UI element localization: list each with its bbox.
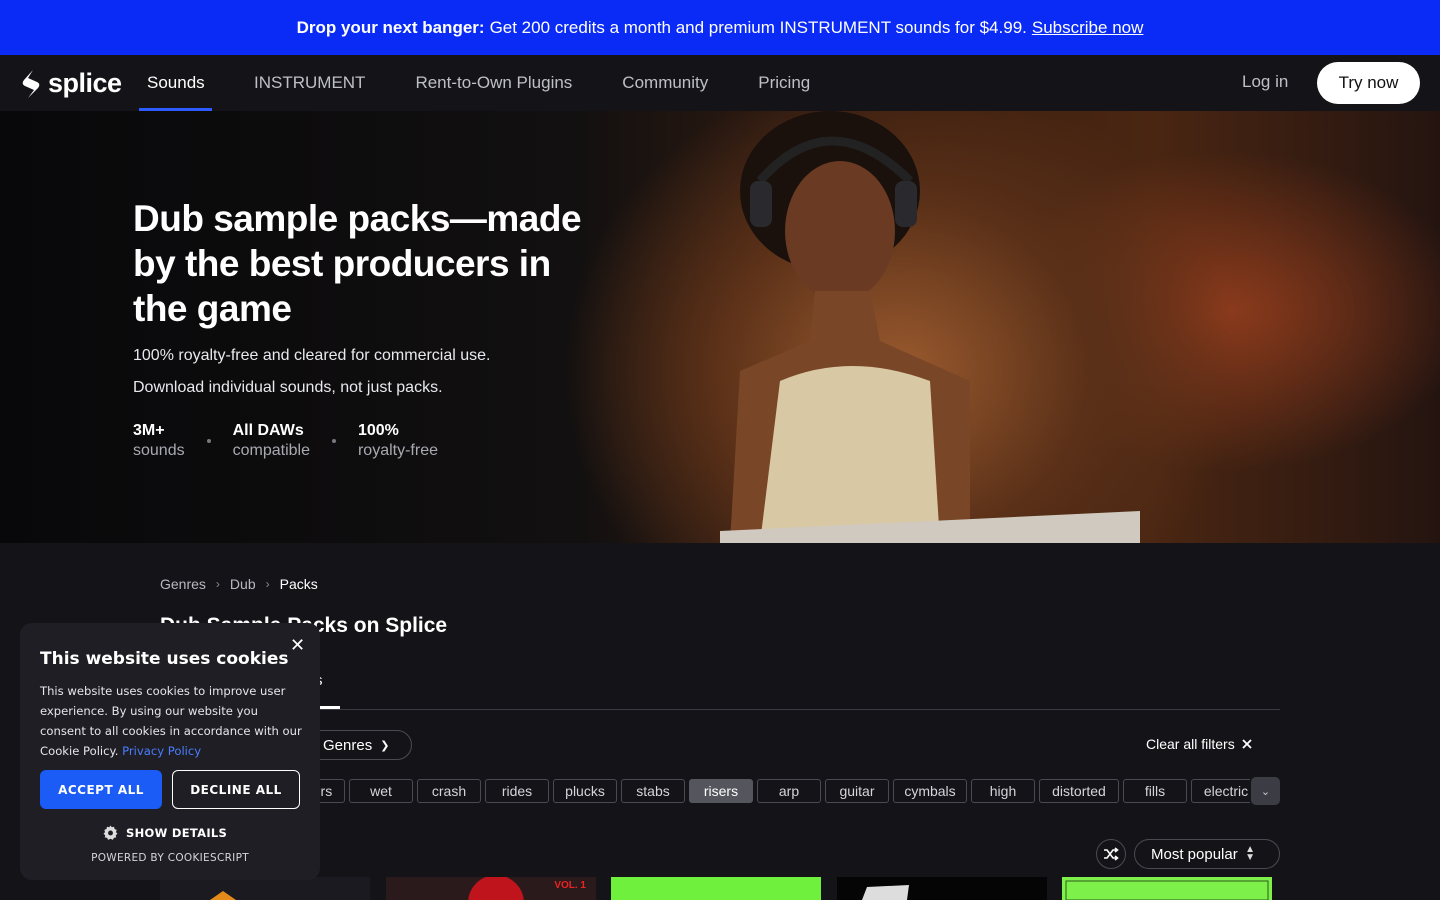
tag-chip[interactable]: fills [1123, 779, 1187, 803]
try-now-button[interactable]: Try now [1317, 62, 1420, 104]
tag-chip[interactable]: high [971, 779, 1035, 803]
pack-card[interactable] [611, 877, 821, 900]
stat-sounds: 3M+ sounds [133, 422, 185, 460]
accept-all-button[interactable]: ACCEPT ALL [40, 770, 162, 809]
tag-chip[interactable]: crash [417, 779, 481, 803]
decline-all-button[interactable]: DECLINE ALL [172, 770, 300, 809]
stat-value: All DAWs [232, 422, 304, 439]
tag-chip[interactable]: guitar [825, 779, 889, 803]
nav-item-community[interactable]: Community [614, 55, 716, 111]
hero-section: Dub sample packs—made by the best produc… [0, 111, 1440, 543]
chevron-right-icon: › [265, 577, 270, 591]
tag-chip[interactable]: electric [1191, 779, 1250, 803]
pack-artwork [611, 877, 821, 900]
stat-daws: All DAWs compatible [233, 422, 310, 460]
genres-filter-label: Genres [323, 736, 373, 754]
privacy-policy-link[interactable]: Privacy Policy [122, 744, 201, 758]
cookie-title: This website uses cookies [40, 649, 289, 669]
splice-logo-icon [22, 69, 40, 98]
nav-item-rent-to-own[interactable]: Rent-to-Own Plugins [407, 55, 580, 111]
tag-chip[interactable]: rides [485, 779, 549, 803]
content-tabs [160, 670, 1280, 710]
hero-stats: 3M+ sounds All DAWs compatible 100% roya… [133, 422, 438, 460]
pack-card[interactable] [1062, 877, 1272, 900]
tag-chip[interactable]: plucks [553, 779, 617, 803]
promo-text: Get 200 credits a month and premium INST… [489, 17, 1027, 37]
pack-card[interactable] [837, 877, 1047, 900]
promo-banner: Drop your next banger: Get 200 credits a… [0, 0, 1440, 55]
pack-card[interactable] [160, 877, 370, 900]
powered-by-label: POWERED BY COOKIESCRIPT [91, 852, 249, 864]
tag-chip[interactable]: wet [349, 779, 413, 803]
stat-label: compatible [232, 442, 310, 459]
tag-chip[interactable]: distorted [1039, 779, 1119, 803]
login-link[interactable]: Log in [1242, 72, 1288, 92]
stat-value: 3M+ [133, 422, 165, 439]
show-details-label: SHOW DETAILS [126, 825, 228, 840]
shuffle-button[interactable] [1096, 839, 1126, 869]
pack-artwork [160, 877, 370, 900]
shuffle-icon [1104, 847, 1119, 861]
tag-chip[interactable]: arp [757, 779, 821, 803]
stat-royalty: 100% royalty-free [358, 422, 438, 460]
clear-filters-label: Clear all filters [1146, 736, 1235, 752]
pack-artwork [1062, 877, 1272, 900]
promo-bold: Drop your next banger: [296, 17, 485, 37]
gear-icon [103, 825, 118, 840]
tags-expand-button[interactable]: ⌄ [1251, 777, 1280, 805]
pack-card[interactable]: VOL. 1 [386, 877, 596, 900]
sort-arrows-icon: ▲ ▼ [1245, 844, 1255, 863]
top-nav: splice Sounds INSTRUMENT Rent-to-Own Plu… [0, 55, 1440, 111]
sort-label: Most popular [1151, 845, 1238, 863]
stat-label: royalty-free [357, 442, 438, 459]
splice-logo[interactable]: splice [20, 68, 122, 99]
hero-subtitle-2: Download individual sounds, not just pac… [133, 379, 443, 396]
hero-title: Dub sample packs—made by the best produc… [133, 198, 582, 329]
chevron-down-icon: ❯ [380, 739, 390, 752]
chevron-down-icon: ⌄ [1260, 785, 1271, 798]
pack-artwork [837, 877, 1047, 900]
pack-artwork-label: VOL. 1 [554, 880, 586, 891]
subscribe-link[interactable]: Subscribe now [1032, 18, 1144, 38]
nav-item-sounds[interactable]: Sounds [139, 55, 212, 111]
stat-label: sounds [133, 442, 185, 459]
hero-photo [720, 111, 1140, 543]
breadcrumb: Genres › Dub › Packs [160, 576, 318, 592]
stat-separator [206, 439, 211, 443]
nav-item-instrument[interactable]: INSTRUMENT [246, 55, 373, 111]
tag-chip-selected[interactable]: risers [689, 779, 753, 803]
breadcrumb-packs: Packs [279, 576, 318, 592]
stat-value: 100% [357, 422, 399, 439]
show-details-button[interactable]: SHOW DETAILS [103, 825, 227, 840]
nav-item-pricing[interactable]: Pricing [750, 55, 818, 111]
breadcrumb-genres[interactable]: Genres [160, 576, 206, 592]
logo-wordmark: splice [48, 68, 122, 98]
close-icon [1242, 739, 1252, 749]
hero-subtitle-1: 100% royalty-free and cleared for commer… [133, 347, 491, 364]
chevron-right-icon: › [215, 577, 220, 591]
tag-chip[interactable]: stabs [621, 779, 685, 803]
cookie-body: This website uses cookies to improve use… [40, 681, 305, 761]
stat-separator [331, 439, 336, 443]
close-icon[interactable]: ✕ [290, 635, 305, 656]
clear-filters-button[interactable]: Clear all filters [1146, 736, 1252, 752]
sort-select[interactable]: Most popular ▲ ▼ [1134, 839, 1280, 869]
nav-menu: Sounds INSTRUMENT Rent-to-Own Plugins Co… [139, 55, 818, 111]
tag-filter-list: ers wet crash rides plucks stabs risers … [300, 779, 1250, 803]
tag-chip[interactable]: cymbals [893, 779, 967, 803]
breadcrumb-dub[interactable]: Dub [230, 576, 256, 592]
cookie-banner: This website uses cookies ✕ This website… [20, 623, 320, 880]
